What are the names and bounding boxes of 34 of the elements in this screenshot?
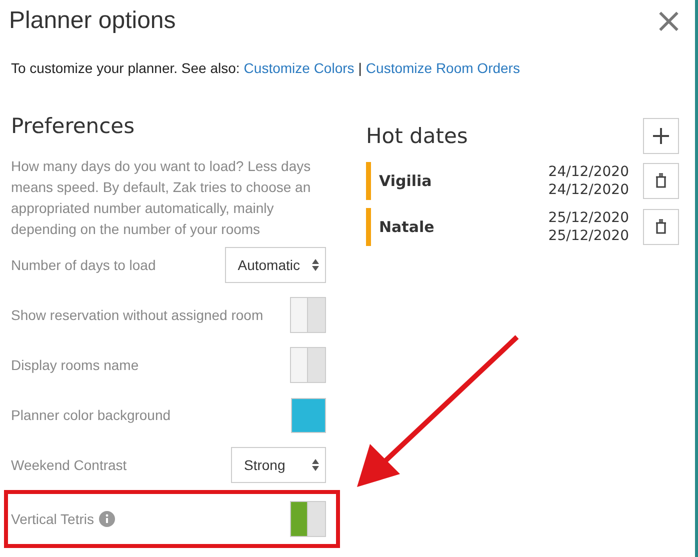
- trash-icon: [653, 173, 669, 189]
- add-button[interactable]: [643, 118, 679, 154]
- hot-date-name: Natale: [378, 218, 436, 236]
- delete-button[interactable]: [643, 209, 679, 245]
- delete-button[interactable]: [643, 163, 679, 199]
- dropdown-select[interactable]: Automatic: [224, 247, 326, 283]
- sort-caret-icon: [312, 259, 319, 271]
- customize-link[interactable]: Customize Room Orders: [366, 60, 520, 76]
- dropdown-select[interactable]: Strong: [231, 447, 326, 483]
- description-text: How many days do you want to load? Less days means speed. By default, Zak tries to choose an appropriated number automatically, mainly depending on the number of your rooms: [11, 157, 312, 239]
- intro-text: To customize your planner. See also:: [11, 60, 240, 76]
- dialog-title: Planner options: [9, 7, 176, 35]
- close-button[interactable]: ×: [654, 4, 683, 38]
- date-range: 24/12/2020 24/12/2020: [548, 163, 629, 199]
- setting-label: Weekend Contrast: [11, 457, 127, 473]
- section-heading: Preferences: [11, 114, 136, 138]
- sort-caret-icon: [312, 459, 319, 471]
- setting-label: Display rooms name: [11, 357, 139, 373]
- toggle-switch[interactable]: [290, 297, 326, 333]
- color-swatch[interactable]: [291, 398, 326, 432]
- setting-label: Vertical Tetris: [11, 511, 94, 527]
- trash-icon: [653, 219, 669, 235]
- setting-label: Show reservation without assigned room: [11, 307, 264, 323]
- toggle-switch[interactable]: [290, 501, 326, 537]
- toggle-switch[interactable]: [290, 347, 326, 383]
- setting-label: Planner color background: [11, 407, 171, 423]
- info-icon[interactable]: [99, 511, 115, 527]
- date-range: 25/12/2020 25/12/2020: [548, 209, 629, 245]
- section-heading: Hot dates: [366, 124, 468, 148]
- plus-icon: [652, 127, 670, 145]
- link-separator: |: [358, 60, 362, 76]
- customize-link[interactable]: Customize Colors: [244, 60, 354, 76]
- setting-label: Number of days to load: [11, 257, 156, 273]
- hot-date-name: Vigilia: [378, 172, 433, 190]
